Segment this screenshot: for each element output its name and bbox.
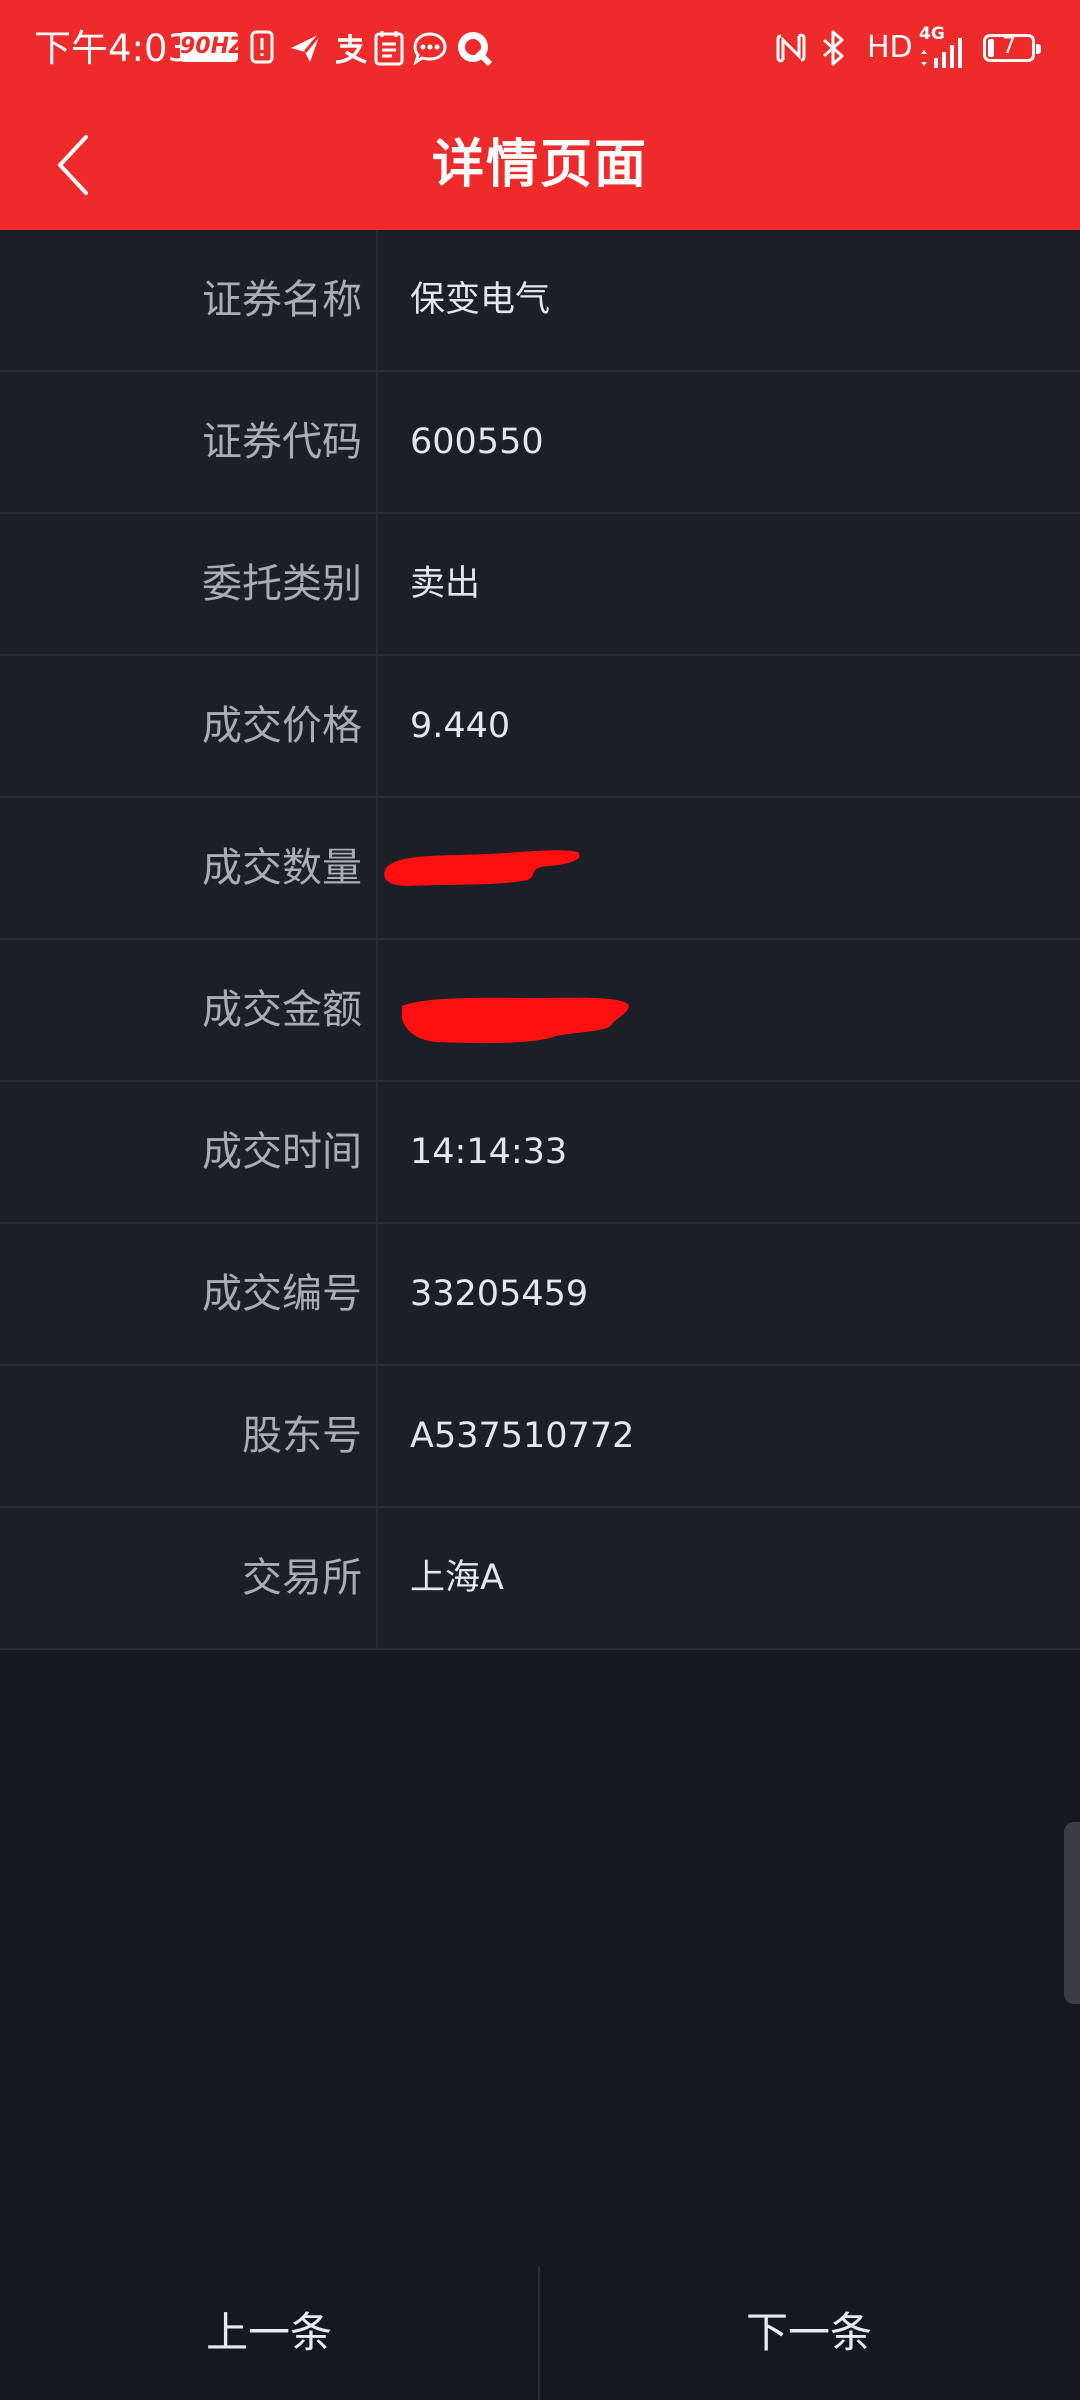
row-label: 委托类别 <box>202 561 362 607</box>
detail-row-deal-quantity: 成交数量 <box>0 798 1080 940</box>
column-divider <box>376 1366 378 1506</box>
detail-table: 证券名称 保变电气 证券代码 600550 委托类别 卖出 成交价格 9.440… <box>0 230 1080 1650</box>
battery-icon: 7 <box>983 34 1041 62</box>
row-label: 证券名称 <box>202 277 362 323</box>
row-value: 33205459 <box>410 1274 589 1314</box>
column-divider <box>376 1082 378 1222</box>
redaction-mark <box>384 850 580 886</box>
chat-icon <box>412 28 452 68</box>
detail-row-deal-price: 成交价格 9.440 <box>0 656 1080 798</box>
row-value: 保变电气 <box>410 280 551 320</box>
scroll-handle[interactable] <box>1064 1822 1080 2004</box>
detail-row-deal-number: 成交编号 33205459 <box>0 1224 1080 1366</box>
row-value: 卖出 <box>410 564 481 604</box>
bluetooth-icon <box>818 28 858 68</box>
column-divider <box>376 230 378 370</box>
refresh-rate-badge: 90HZ <box>180 32 245 62</box>
detail-row-security-name: 证券名称 保变电气 <box>0 230 1080 372</box>
battery-level: 7 <box>1002 34 1016 59</box>
q-app-icon <box>454 28 494 68</box>
row-label: 成交金额 <box>202 987 362 1033</box>
row-value: 14:14:33 <box>410 1132 568 1172</box>
detail-row-order-type: 委托类别 卖出 <box>0 514 1080 656</box>
detail-row-shareholder-id: 股东号 A537510772 <box>0 1366 1080 1508</box>
bottom-nav-bar: 上一条 下一条 <box>0 2266 1080 2400</box>
signal-icon <box>918 34 962 74</box>
status-time: 下午4:03 <box>34 27 192 70</box>
status-bar: 下午4:03 90HZ HD 4G 7 <box>0 0 1080 100</box>
row-label: 成交时间 <box>202 1129 362 1175</box>
detail-row-deal-time: 成交时间 14:14:33 <box>0 1082 1080 1224</box>
page-title: 详情页面 <box>431 135 648 195</box>
column-divider <box>376 940 378 1080</box>
app-header: 详情页面 <box>0 100 1080 230</box>
alipay-icon <box>332 28 372 68</box>
row-value: 上海A <box>410 1558 504 1598</box>
row-label: 成交编号 <box>202 1271 362 1317</box>
notepad-icon <box>372 28 412 68</box>
column-divider <box>376 656 378 796</box>
row-label: 成交价格 <box>202 703 362 749</box>
column-divider <box>376 372 378 512</box>
detail-row-deal-amount: 成交金额 <box>0 940 1080 1082</box>
row-label: 成交数量 <box>202 845 362 891</box>
row-label: 交易所 <box>242 1555 362 1601</box>
detail-row-security-code: 证券代码 600550 <box>0 372 1080 514</box>
redaction-mark <box>402 997 629 1044</box>
paper-plane-icon <box>288 28 328 68</box>
column-divider <box>376 1508 378 1648</box>
row-value: A537510772 <box>410 1416 635 1456</box>
row-label: 证券代码 <box>202 419 362 465</box>
row-label: 股东号 <box>242 1413 362 1459</box>
next-button[interactable]: 下一条 <box>540 2266 1078 2400</box>
column-divider <box>376 514 378 654</box>
row-value: 9.440 <box>410 706 511 746</box>
detail-row-exchange: 交易所 上海A <box>0 1508 1080 1650</box>
nfc-icon <box>774 28 814 68</box>
column-divider <box>376 1224 378 1364</box>
hd-indicator: HD <box>867 30 913 65</box>
previous-button[interactable]: 上一条 <box>0 2266 538 2400</box>
warning-icon <box>248 28 288 68</box>
row-value: 600550 <box>410 422 544 462</box>
